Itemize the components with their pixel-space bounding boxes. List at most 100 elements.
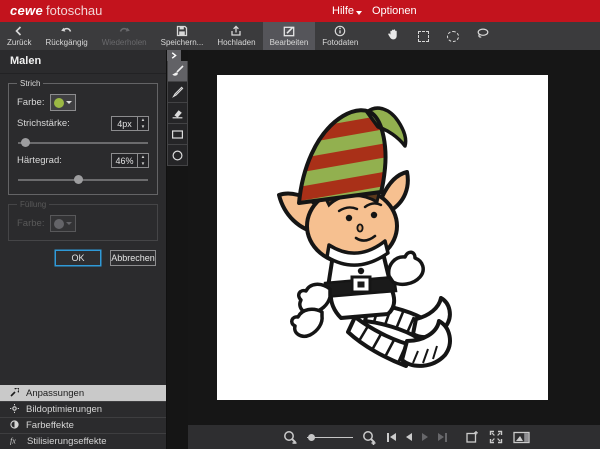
back-button[interactable]: Zurück (0, 22, 38, 50)
edit-button[interactable]: Bearbeiten (263, 22, 316, 50)
edit-icon (283, 25, 295, 37)
status-bar (188, 425, 600, 449)
title-bar: cewefotoschau Hilfe Optionen (0, 0, 600, 22)
stroke-width-slider[interactable] (18, 138, 148, 148)
lasso-tool[interactable] (468, 22, 498, 50)
save-button[interactable]: Speichern... (154, 22, 211, 50)
next-image-button[interactable] (422, 433, 428, 441)
wrench-icon (10, 388, 19, 400)
undo-icon (60, 25, 73, 37)
spinner-arrows[interactable]: ▲▼ (137, 117, 148, 130)
canvas-area[interactable] (188, 50, 600, 425)
spinner-down-icon[interactable]: ▼ (138, 161, 148, 168)
color-swatch (54, 219, 64, 229)
lasso-icon (476, 27, 490, 45)
menu-hilfe[interactable]: Hilfe (332, 5, 354, 17)
stroke-group: Strich Farbe: Strichstärke: 4px ▲▼ Härte… (8, 79, 158, 195)
collapse-panel-button[interactable] (167, 50, 181, 61)
eraser-tool[interactable] (167, 103, 188, 124)
eraser-icon (171, 107, 184, 120)
ellipse-select-tool[interactable] (438, 22, 468, 50)
category-stilisierungseffekte[interactable]: fx Stilisierungseffekte (0, 433, 166, 449)
hardness-slider-thumb[interactable] (74, 175, 83, 184)
ok-button[interactable]: OK (55, 250, 101, 266)
spinner-down-icon[interactable]: ▼ (138, 124, 148, 131)
skip-last-icon (438, 433, 444, 441)
hardness-spinner[interactable]: 46% ▲▼ (111, 153, 149, 168)
palette-icon (10, 420, 19, 432)
fill-group: Füllung Farbe: (8, 200, 158, 241)
photo-data-button[interactable]: Fotodaten (315, 22, 365, 50)
hardness-label: Härtegrad: (17, 155, 62, 166)
slider-track (18, 179, 148, 181)
stroke-width-spinner[interactable]: 4px ▲▼ (111, 116, 149, 131)
stroke-group-label: Strich (17, 79, 43, 88)
category-anpassungen[interactable]: Anpassungen (0, 385, 166, 401)
paint-panel: Malen Strich Farbe: Strichstärke: 4px ▲▼… (0, 50, 167, 449)
rectangle-select-tool[interactable] (408, 22, 438, 50)
elf-illustration (217, 75, 548, 400)
brand-fotoschau: fotoschau (46, 3, 102, 18)
redo-button[interactable]: Wiederholen (95, 22, 154, 50)
image-panel-icon (513, 431, 530, 444)
previous-image-button[interactable] (406, 433, 412, 441)
menu-optionen[interactable]: Optionen (372, 5, 417, 17)
crop-button[interactable] (465, 430, 479, 444)
previous-icon (406, 433, 412, 441)
chevron-left-icon (13, 25, 25, 37)
hardness-slider[interactable] (18, 175, 148, 185)
upload-button[interactable]: Hochladen (210, 22, 262, 50)
zoom-slider[interactable] (307, 433, 353, 442)
drawing-tool-strip (167, 50, 188, 166)
ellipse-select-icon (447, 31, 459, 42)
pencil-icon (171, 86, 184, 99)
chevron-down-icon[interactable] (356, 11, 362, 15)
fill-color-picker (50, 215, 76, 232)
spinner-arrows[interactable]: ▲▼ (137, 154, 148, 167)
stroke-color-picker[interactable] (50, 94, 76, 111)
photo-canvas[interactable] (217, 75, 548, 400)
first-image-button[interactable] (387, 433, 396, 442)
stroke-width-value: 4px (112, 117, 137, 130)
undo-button[interactable]: Rückgängig (38, 22, 94, 50)
slider-track (18, 142, 148, 144)
last-image-button[interactable] (438, 433, 447, 442)
skip-first-icon (387, 433, 389, 442)
zoom-out-icon (283, 430, 298, 445)
crop-icon (465, 430, 479, 444)
app-logo: cewefotoschau (10, 3, 102, 18)
next-icon (422, 433, 428, 441)
hand-tool[interactable] (378, 22, 408, 50)
redo-icon (118, 25, 131, 37)
category-farbeffekte[interactable]: Farbeffekte (0, 417, 166, 433)
chevron-right-icon (171, 52, 177, 59)
rectangle-tool[interactable] (167, 124, 188, 145)
chevron-down-icon (66, 222, 72, 225)
stroke-width-slider-thumb[interactable] (21, 138, 30, 147)
effect-categories: Anpassungen Bildoptimierungen Farbeffekt… (0, 385, 166, 449)
hand-icon (386, 27, 400, 46)
rectangle-icon (171, 128, 184, 141)
zoom-in-button[interactable] (362, 430, 377, 445)
color-swatch (54, 98, 64, 108)
category-bildoptimierungen[interactable]: Bildoptimierungen (0, 401, 166, 417)
ellipse-tool[interactable] (167, 145, 188, 166)
hardness-value: 46% (112, 154, 137, 167)
fullscreen-button[interactable] (489, 430, 503, 444)
fullscreen-icon (489, 430, 503, 444)
zoom-slider-thumb[interactable] (308, 434, 315, 441)
rectangle-select-icon (418, 31, 429, 42)
panel-title: Malen (0, 50, 166, 74)
cancel-button[interactable]: Abbrechen (110, 250, 156, 266)
upload-icon (230, 25, 242, 37)
brush-tool[interactable] (167, 61, 188, 82)
fill-color-label: Farbe: (17, 218, 44, 229)
pencil-tool[interactable] (167, 82, 188, 103)
zoom-out-button[interactable] (283, 430, 298, 445)
save-icon (176, 25, 188, 37)
zoom-in-icon (362, 430, 377, 445)
svg-text:fx: fx (10, 436, 16, 445)
fx-icon: fx (10, 436, 20, 448)
image-panel-button[interactable] (513, 431, 530, 444)
main-toolbar: Zurück Rückgängig Wiederholen Speichern.… (0, 22, 600, 50)
